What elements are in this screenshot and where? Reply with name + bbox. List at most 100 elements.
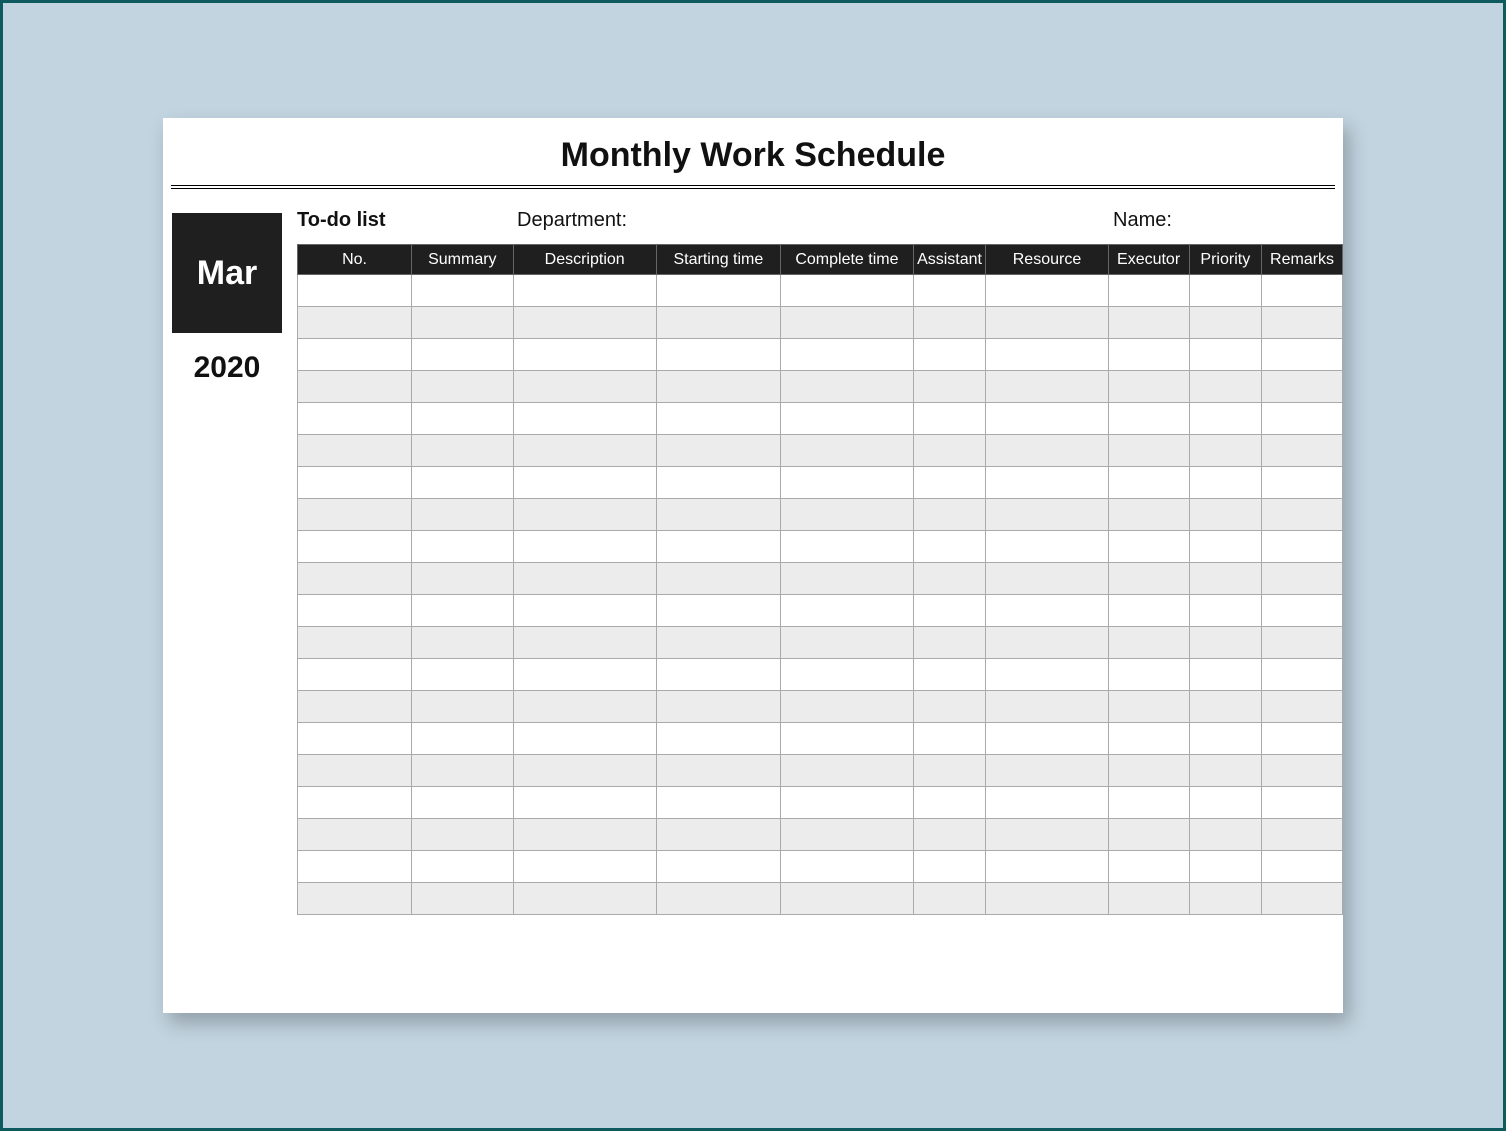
table-cell[interactable] (1189, 627, 1262, 659)
table-cell[interactable] (298, 467, 412, 499)
table-cell[interactable] (913, 819, 986, 851)
table-cell[interactable] (913, 339, 986, 371)
table-cell[interactable] (1262, 371, 1343, 403)
table-cell[interactable] (412, 531, 514, 563)
table-cell[interactable] (1108, 819, 1189, 851)
table-cell[interactable] (298, 627, 412, 659)
table-cell[interactable] (298, 851, 412, 883)
table-cell[interactable] (298, 691, 412, 723)
table-cell[interactable] (986, 691, 1108, 723)
table-cell[interactable] (656, 563, 780, 595)
table-cell[interactable] (913, 659, 986, 691)
table-cell[interactable] (1189, 435, 1262, 467)
table-cell[interactable] (986, 499, 1108, 531)
table-cell[interactable] (656, 499, 780, 531)
table-cell[interactable] (1189, 275, 1262, 307)
table-cell[interactable] (513, 371, 656, 403)
table-cell[interactable] (513, 595, 656, 627)
table-cell[interactable] (986, 307, 1108, 339)
table-cell[interactable] (913, 307, 986, 339)
table-cell[interactable] (1108, 307, 1189, 339)
table-cell[interactable] (1262, 531, 1343, 563)
table-cell[interactable] (1262, 595, 1343, 627)
table-cell[interactable] (1262, 499, 1343, 531)
table-cell[interactable] (1189, 883, 1262, 915)
table-cell[interactable] (1262, 627, 1343, 659)
table-cell[interactable] (412, 627, 514, 659)
table-cell[interactable] (1262, 755, 1343, 787)
table-cell[interactable] (913, 275, 986, 307)
table-cell[interactable] (781, 627, 914, 659)
table-cell[interactable] (913, 691, 986, 723)
table-cell[interactable] (656, 307, 780, 339)
table-cell[interactable] (656, 275, 780, 307)
table-cell[interactable] (781, 531, 914, 563)
table-cell[interactable] (1189, 723, 1262, 755)
table-cell[interactable] (913, 787, 986, 819)
table-cell[interactable] (913, 531, 986, 563)
table-cell[interactable] (1108, 339, 1189, 371)
table-cell[interactable] (298, 755, 412, 787)
table-cell[interactable] (1262, 435, 1343, 467)
table-cell[interactable] (1189, 787, 1262, 819)
table-cell[interactable] (1262, 275, 1343, 307)
table-cell[interactable] (513, 499, 656, 531)
table-cell[interactable] (913, 595, 986, 627)
table-cell[interactable] (513, 435, 656, 467)
table-cell[interactable] (412, 659, 514, 691)
table-cell[interactable] (986, 435, 1108, 467)
table-cell[interactable] (781, 563, 914, 595)
table-cell[interactable] (298, 883, 412, 915)
table-cell[interactable] (513, 755, 656, 787)
table-cell[interactable] (1108, 467, 1189, 499)
table-cell[interactable] (1189, 659, 1262, 691)
table-cell[interactable] (298, 371, 412, 403)
table-cell[interactable] (1108, 595, 1189, 627)
table-cell[interactable] (656, 371, 780, 403)
table-cell[interactable] (913, 723, 986, 755)
table-cell[interactable] (513, 723, 656, 755)
table-cell[interactable] (513, 883, 656, 915)
table-cell[interactable] (513, 339, 656, 371)
table-cell[interactable] (298, 339, 412, 371)
table-cell[interactable] (781, 435, 914, 467)
table-cell[interactable] (412, 595, 514, 627)
table-cell[interactable] (656, 819, 780, 851)
table-cell[interactable] (1108, 435, 1189, 467)
table-cell[interactable] (298, 531, 412, 563)
table-cell[interactable] (986, 787, 1108, 819)
table-cell[interactable] (781, 883, 914, 915)
table-cell[interactable] (781, 403, 914, 435)
table-cell[interactable] (1108, 723, 1189, 755)
table-cell[interactable] (1108, 275, 1189, 307)
table-cell[interactable] (412, 403, 514, 435)
table-cell[interactable] (781, 595, 914, 627)
table-cell[interactable] (298, 723, 412, 755)
table-cell[interactable] (513, 627, 656, 659)
table-cell[interactable] (412, 435, 514, 467)
table-cell[interactable] (1108, 691, 1189, 723)
table-cell[interactable] (656, 595, 780, 627)
table-cell[interactable] (412, 563, 514, 595)
table-cell[interactable] (1108, 499, 1189, 531)
table-cell[interactable] (781, 499, 914, 531)
table-cell[interactable] (1189, 755, 1262, 787)
table-cell[interactable] (298, 403, 412, 435)
table-cell[interactable] (986, 659, 1108, 691)
table-cell[interactable] (1189, 499, 1262, 531)
table-cell[interactable] (298, 499, 412, 531)
table-cell[interactable] (986, 531, 1108, 563)
table-cell[interactable] (513, 819, 656, 851)
table-cell[interactable] (913, 467, 986, 499)
table-cell[interactable] (656, 659, 780, 691)
table-cell[interactable] (656, 883, 780, 915)
table-cell[interactable] (513, 787, 656, 819)
table-cell[interactable] (986, 275, 1108, 307)
table-cell[interactable] (986, 339, 1108, 371)
table-cell[interactable] (781, 691, 914, 723)
table-cell[interactable] (656, 851, 780, 883)
table-cell[interactable] (412, 499, 514, 531)
table-cell[interactable] (1108, 851, 1189, 883)
table-cell[interactable] (513, 563, 656, 595)
table-cell[interactable] (412, 467, 514, 499)
